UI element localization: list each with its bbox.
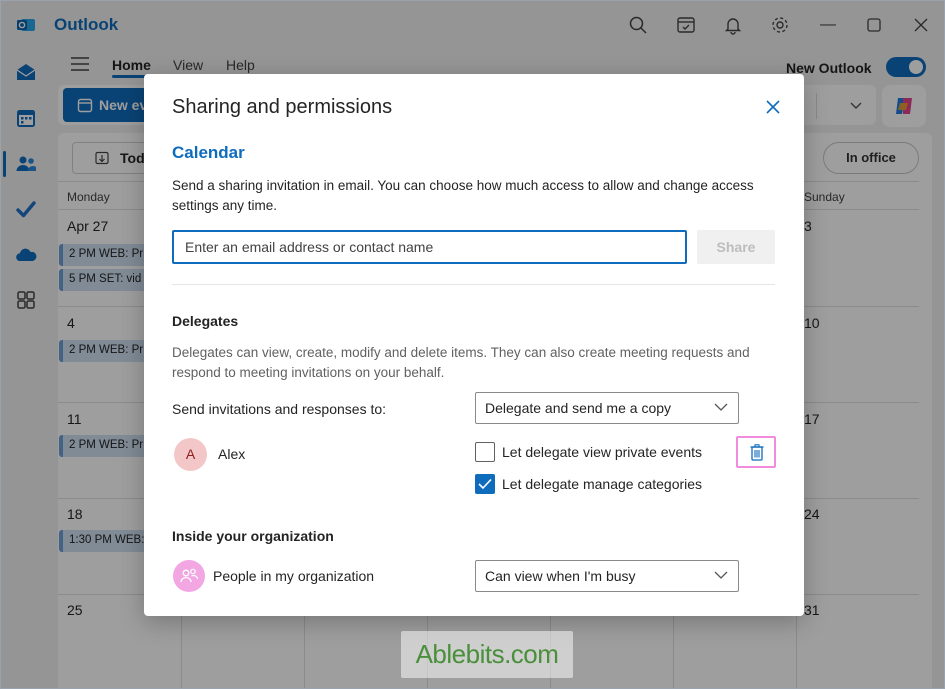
organization-heading: Inside your organization [172, 528, 334, 544]
view-private-events-checkbox[interactable] [475, 442, 495, 462]
email-input[interactable]: Enter an email address or contact name [172, 230, 687, 264]
avatar: A [174, 438, 207, 471]
view-private-events-label: Let delegate view private events [502, 444, 703, 460]
send-invitations-select[interactable]: Delegate and send me a copy [475, 392, 739, 424]
outlook-window: Outlook — Home View Help New Outlook New… [0, 0, 945, 689]
delegates-heading: Delegates [172, 313, 239, 329]
chevron-down-icon [714, 403, 728, 411]
share-button[interactable]: Share [697, 230, 775, 264]
sharing-description: Send a sharing invitation in email. You … [172, 178, 754, 213]
watermark: Ablebits.com [401, 631, 573, 678]
organization-permission-select[interactable]: Can view when I'm busy [475, 560, 739, 592]
section-divider [172, 284, 775, 285]
delegate-name: Alex [218, 446, 246, 462]
delegates-description: Delegates can view, create, modify and d… [172, 345, 750, 380]
send-invitations-value: Delegate and send me a copy [485, 400, 672, 416]
people-group-icon [180, 568, 199, 583]
chevron-down-icon [714, 571, 728, 579]
sharing-permissions-dialog: Sharing and permissions Calendar Send a … [144, 74, 804, 616]
manage-categories-label: Let delegate manage categories [502, 476, 703, 492]
close-icon[interactable] [764, 98, 782, 116]
organization-permission-value: Can view when I'm busy [485, 568, 636, 584]
remove-delegate-button[interactable] [736, 436, 776, 468]
calendar-section-title: Calendar [172, 143, 245, 162]
checkmark-icon [478, 478, 492, 490]
organization-avatar [173, 560, 205, 592]
trash-icon [750, 444, 764, 461]
dialog-title: Sharing and permissions [172, 96, 393, 118]
manage-categories-checkbox[interactable] [475, 474, 495, 494]
send-invitations-label: Send invitations and responses to: [172, 401, 387, 417]
organization-label: People in my organization [213, 568, 375, 584]
